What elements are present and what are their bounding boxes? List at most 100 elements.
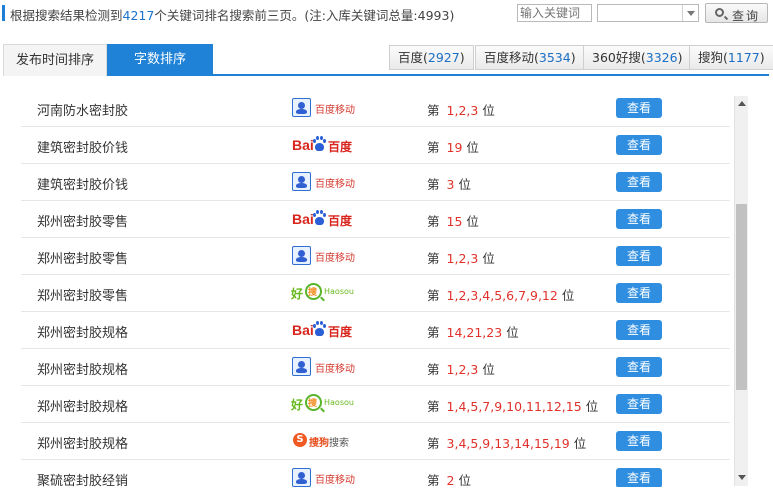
rank-text: 第 14,21,23 位 (427, 322, 519, 341)
haosou-magnifier-icon (305, 394, 322, 411)
rank-prefix: 第 (427, 399, 440, 414)
rank-text: 第 1,4,5,7,9,10,11,12,15 位 (427, 396, 598, 415)
rank-prefix: 第 (427, 473, 440, 487)
rank-suffix: 位 (482, 362, 495, 377)
rank-text: 第 1,2,3 位 (427, 100, 495, 119)
summary-suffix: 个关键词排名搜索前三页。(注:入库关键词总量:4993) (154, 8, 455, 23)
view-button[interactable]: 查看 (616, 172, 662, 192)
view-button[interactable]: 查看 (616, 320, 662, 340)
summary-accent (2, 5, 5, 21)
rank-text: 第3位 (427, 174, 471, 193)
keyword-text: 河南防水密封胶 (37, 104, 129, 119)
baidu-paw-icon (292, 246, 311, 265)
rank-positions: 15 (446, 214, 463, 229)
sort-tabs-bar: 发布时间排序 字数排序 百度(2927) 百度移动(3534) 360好搜(33… (3, 44, 773, 76)
table-row: 郑州密封胶规格 百度移动 第 1,2,3 位 查看 (21, 349, 730, 386)
rank-text: 第 15 位 (427, 211, 479, 230)
summary-text: 根据搜索结果检测到4217个关键词排名搜索前三页。(注:入库关键词总量:4993… (10, 5, 454, 24)
engine-logo: 百度移动 (291, 171, 366, 193)
scroll-up-icon[interactable] (738, 101, 746, 106)
view-button[interactable]: 查看 (616, 98, 662, 118)
rank-text: 第 1,2,3 位 (427, 359, 495, 378)
engine-logo: 好 Haosou (291, 282, 366, 304)
engine-filter-sogou[interactable]: 搜狗(1177) (689, 45, 773, 70)
keyword-text: 聚硫密封胶经销 (37, 474, 129, 487)
tab-sort-by-date[interactable]: 发布时间排序 (3, 44, 107, 76)
keyword-text: 郑州密封胶规格 (37, 400, 129, 415)
chevron-down-icon[interactable] (682, 5, 698, 21)
rank-positions: 1,4,5,7,9,10,11,12,15 (446, 399, 582, 414)
view-button[interactable]: 查看 (616, 135, 662, 155)
rank-positions: 1,2,3 (446, 251, 479, 266)
engine-logo: 好 Haosou (291, 393, 366, 415)
rank-positions: 3,4,5,9,13,14,15,19 (446, 436, 570, 451)
rank-positions: 3 (446, 177, 455, 192)
rank-positions: 1,2,3,4,5,6,7,9,12 (446, 288, 558, 303)
rank-prefix: 第 (427, 103, 440, 118)
view-button[interactable]: 查看 (616, 468, 662, 487)
tab-sort-by-length[interactable]: 字数排序 (107, 44, 213, 76)
engine-logo: 百度移动 (291, 97, 366, 119)
baidu-logo-text: 百度 (328, 325, 353, 339)
rank-suffix: 位 (573, 436, 587, 451)
keyword-text: 建筑密封胶价钱 (37, 178, 129, 193)
view-button[interactable]: 查看 (616, 431, 662, 451)
keyword-text: 郑州密封胶规格 (37, 326, 129, 341)
baidu-logo-text: 百度 (328, 214, 353, 228)
baidu-logo-text: Bai (292, 322, 314, 338)
baidu-paw-icon (313, 321, 327, 337)
search-button[interactable]: 查询 (705, 3, 768, 23)
engine-logo: Bai 百度 (291, 319, 366, 341)
keyword-text: 建筑密封胶价钱 (37, 141, 129, 156)
engine-logo: Bai 百度 (291, 208, 366, 230)
scrollbar-thumb[interactable] (736, 204, 747, 390)
keyword-text: 郑州密封胶零售 (37, 215, 129, 230)
baidu-logo-text: Bai (292, 211, 314, 227)
sogou-logo-brand: 搜狗 (309, 438, 329, 449)
rank-prefix: 第 (427, 288, 440, 303)
view-button[interactable]: 查看 (616, 246, 662, 266)
summary-count: 4217 (122, 8, 155, 23)
scroll-down-icon[interactable] (738, 475, 746, 480)
baidu-paw-icon (292, 98, 311, 117)
list-scrollbar[interactable] (734, 96, 748, 486)
keyword-search-input[interactable] (517, 4, 592, 22)
baidu-logo-text: Bai (292, 137, 314, 153)
table-row: 郑州密封胶零售 Bai 百度 第 15 位 查看 (21, 201, 730, 238)
sogou-logo-suffix: 搜索 (329, 438, 349, 449)
rank-positions: 14,21,23 (446, 325, 503, 340)
view-button[interactable]: 查看 (616, 283, 662, 303)
rank-prefix: 第 (427, 436, 440, 451)
engine-filter-count: 3534 (538, 50, 571, 65)
haosou-magnifier-icon (305, 283, 322, 300)
table-row: 建筑密封胶价钱 Bai 百度 第 19 位 查看 (21, 127, 730, 164)
table-row: 河南防水密封胶 百度移动 第 1,2,3 位 查看 (21, 90, 730, 127)
view-button[interactable]: 查看 (616, 209, 662, 229)
baidu-paw-icon (313, 136, 327, 152)
rank-suffix: 位 (458, 177, 471, 192)
baidu-paw-icon (292, 468, 311, 487)
baidu-mobile-logo-text: 百度移动 (315, 364, 355, 375)
engine-select[interactable] (597, 4, 699, 22)
engine-logo: 百度移动 (291, 245, 366, 267)
engine-filter-baidu[interactable]: 百度(2927) (389, 45, 474, 70)
table-row: 建筑密封胶价钱 百度移动 第 3 位 查看 (21, 164, 730, 201)
view-button[interactable]: 查看 (616, 394, 662, 414)
rank-suffix: 位 (466, 140, 479, 155)
table-row: 郑州密封胶零售 好 Haosou 第 1,2,3,4,5,6,7,9,12位 查看 (21, 275, 730, 312)
baidu-paw-icon (292, 357, 311, 376)
engine-filter-360[interactable]: 360好搜(3326) (583, 45, 692, 70)
rank-text: 第 1,2,3 位 (427, 248, 495, 267)
baidu-mobile-logo-text: 百度移动 (315, 475, 355, 486)
keyword-text: 郑州密封胶规格 (37, 437, 129, 452)
rank-positions: 2 (446, 473, 455, 487)
table-row: 聚硫密封胶经销 百度移动 第 2 位 查看 (21, 460, 730, 487)
rank-suffix: 位 (506, 325, 519, 340)
engine-filter-name: 搜狗 (698, 50, 724, 65)
ranking-list: 河南防水密封胶 百度移动第 1,2,3 位查看 建筑密封胶价钱 Bai 百度第 19 位查看 建筑… (21, 90, 730, 487)
engine-filter-count: 2927 (427, 50, 460, 65)
rank-text: 第 3,4,5,9,13,14,15,19 位 (427, 433, 586, 452)
engine-filter-baidu-mobile[interactable]: 百度移动(3534) (475, 45, 585, 70)
keyword-text: 郑州密封胶零售 (37, 289, 129, 304)
view-button[interactable]: 查看 (616, 357, 662, 377)
